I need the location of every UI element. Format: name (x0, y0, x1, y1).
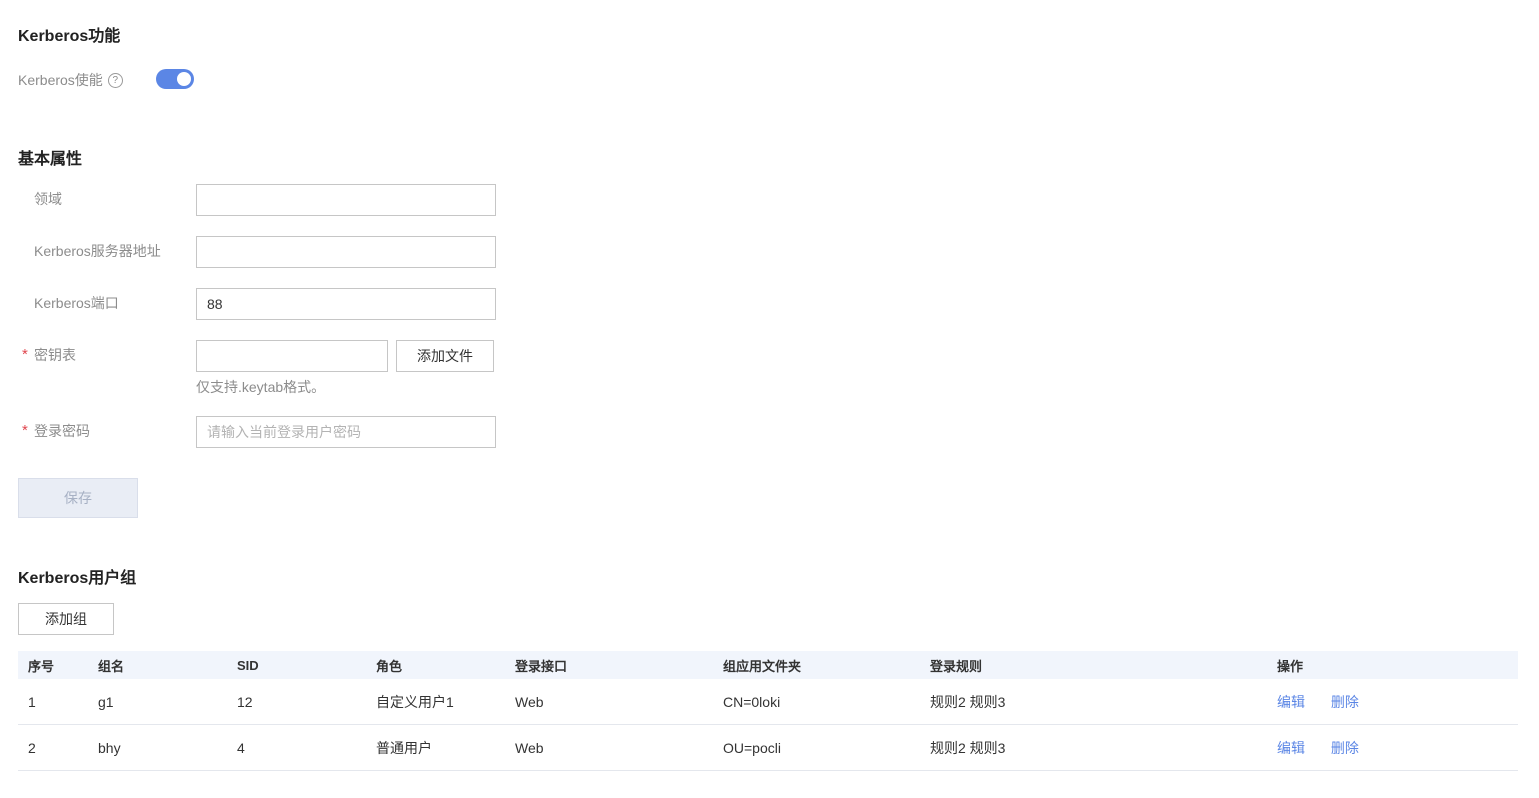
save-button[interactable]: 保存 (18, 478, 138, 518)
table-row: 1 g1 12 自定义用户1 Web CN=0loki 规则2 规则3 编辑 删… (18, 679, 1518, 725)
keytab-input[interactable] (196, 340, 388, 372)
delete-link[interactable]: 删除 (1331, 740, 1359, 756)
cell-role: 普通用户 (366, 724, 505, 771)
cell-sid: 4 (227, 724, 366, 771)
cell-index: 1 (18, 679, 88, 725)
cell-actions: 编辑 删除 (1267, 679, 1518, 725)
column-header-folder: 组应用文件夹 (723, 658, 802, 674)
kerberos-section-title: Kerberos功能 (18, 28, 121, 45)
cell-sid: 12 (227, 679, 366, 725)
server-address-input[interactable] (196, 236, 496, 268)
server-address-label: Kerberos服务器地址 (34, 243, 161, 259)
kerberos-enable-row: Kerberos使能 ? (18, 70, 123, 90)
edit-link[interactable]: 编辑 (1277, 694, 1305, 710)
column-header-role: 角色 (376, 658, 403, 674)
add-file-button[interactable]: 添加文件 (396, 340, 494, 372)
groups-table: 序号 组名 SID 角色 登录接口 组应用文件夹 登录规则 操作 1 g1 12… (18, 651, 1518, 771)
add-group-button[interactable]: 添加组 (18, 603, 114, 635)
password-input[interactable] (196, 416, 496, 448)
cell-login-interface: Web (505, 679, 713, 725)
realm-label: 领域 (34, 191, 62, 207)
required-mark: * (22, 422, 28, 439)
realm-input[interactable] (196, 184, 496, 216)
column-header-login-interface: 登录接口 (515, 658, 568, 674)
column-header-sid: SID (237, 657, 259, 673)
keytab-hint: 仅支持.keytab格式。 (196, 379, 326, 395)
cell-folder: OU=pocli (713, 724, 920, 771)
help-icon[interactable]: ? (107, 72, 123, 88)
cell-index: 2 (18, 724, 88, 771)
kerberos-enable-toggle[interactable] (156, 69, 194, 89)
delete-link[interactable]: 删除 (1331, 694, 1359, 710)
cell-folder: CN=0loki (713, 679, 920, 725)
port-label: Kerberos端口 (34, 295, 119, 311)
table-row: 2 bhy 4 普通用户 Web OU=pocli 规则2 规则3 编辑 删除 (18, 724, 1518, 771)
required-mark: * (22, 346, 28, 363)
table-header-row: 序号 组名 SID 角色 登录接口 组应用文件夹 登录规则 操作 (18, 651, 1518, 679)
cell-name: g1 (88, 679, 227, 725)
groups-section-title: Kerberos用户组 (18, 570, 137, 587)
basic-section-title: 基本属性 (18, 151, 83, 168)
toggle-knob (177, 72, 191, 86)
column-header-login-rules: 登录规则 (930, 658, 983, 674)
column-header-actions: 操作 (1277, 658, 1304, 674)
kerberos-enable-label: Kerberos使能 (18, 72, 103, 88)
cell-actions: 编辑 删除 (1267, 724, 1518, 771)
port-input[interactable] (196, 288, 496, 320)
cell-login-rules: 规则2 规则3 (920, 679, 1267, 725)
password-label: 登录密码 (34, 423, 90, 439)
edit-link[interactable]: 编辑 (1277, 740, 1305, 756)
cell-name: bhy (88, 724, 227, 771)
column-header-index: 序号 (28, 658, 55, 674)
cell-login-rules: 规则2 规则3 (920, 724, 1267, 771)
keytab-label: 密钥表 (34, 347, 76, 363)
column-header-name: 组名 (98, 658, 125, 674)
cell-login-interface: Web (505, 724, 713, 771)
cell-role: 自定义用户1 (366, 679, 505, 725)
